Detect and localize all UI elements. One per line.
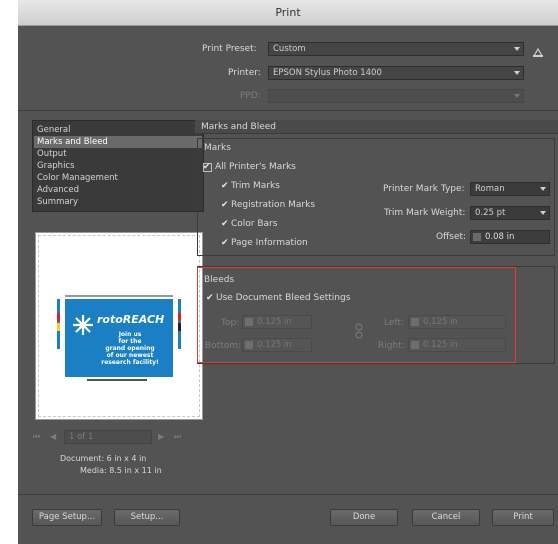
bleed-right-value: 0.125 in [423, 340, 458, 350]
bleed-top-field[interactable]: 0.125 in [242, 315, 312, 329]
stepper-icon[interactable] [473, 233, 481, 241]
window-title: Print [275, 6, 301, 19]
bleed-left-field[interactable]: 0.125 in [408, 315, 506, 329]
document-size: Document: 6 in x 4 in [60, 454, 147, 463]
offset-value: 0.08 in [485, 232, 515, 242]
print-button[interactable]: Print [492, 509, 554, 526]
bleed-top-value: 0.125 in [257, 317, 292, 327]
all-printers-marks-label: All Printer's Marks [215, 162, 296, 172]
use-document-bleed-label: Use Document Bleed Settings [216, 293, 351, 303]
preview-line: for the [118, 338, 142, 345]
bleed-bottom-field[interactable]: 0.125 in [242, 338, 312, 352]
print-dialog: Print Print Preset: Custom Printer: EPSO… [18, 0, 558, 544]
preview-line: of our newest [106, 352, 154, 359]
category-graphics[interactable]: Graphics [34, 160, 202, 172]
printer-mark-type-label: Printer Mark Type: [383, 184, 465, 194]
trim-mark-weight-select[interactable]: 0.25 pt [470, 206, 550, 220]
next-page-icon[interactable]: ▶ [158, 432, 164, 441]
category-general[interactable]: General [34, 124, 202, 136]
trim-mark-weight-label: Trim Mark Weight: [384, 208, 466, 218]
stepper-icon [245, 341, 253, 349]
category-advanced[interactable]: Advanced [34, 184, 202, 196]
ppd-label: PPD: [240, 91, 261, 101]
page-information-label: Page Information [231, 238, 308, 248]
bleed-top-label: Top: [221, 318, 240, 328]
checkmark-icon[interactable]: ✔ [221, 201, 229, 210]
ppd-select[interactable] [268, 89, 524, 103]
category-color-management[interactable]: Color Management [34, 172, 202, 184]
chevron-down-icon [514, 94, 520, 98]
bleed-left-label: Left: [384, 318, 404, 328]
chevron-down-icon [540, 211, 546, 215]
preview-logo-text: rotoREACH [97, 313, 165, 326]
offset-label: Offset: [436, 232, 467, 242]
printer-select[interactable]: EPSON Stylus Photo 1400 [268, 66, 524, 80]
last-page-icon[interactable]: ⏭ [174, 432, 181, 442]
checkmark-icon[interactable]: ✔ [221, 220, 229, 229]
chevron-down-icon [514, 71, 520, 75]
prev-page-icon[interactable]: ◀ [50, 432, 56, 441]
chevron-down-icon [514, 47, 520, 51]
category-output[interactable]: Output [34, 148, 202, 160]
link-icon[interactable] [354, 323, 364, 339]
checkmark-icon: ✔ [203, 162, 211, 172]
printer-mark-type-select[interactable]: Roman [470, 182, 550, 196]
panel-title: Marks and Bleed [195, 120, 558, 134]
preview-message: Join us for the grand opening of our new… [97, 331, 163, 366]
checkmark-icon[interactable]: ✔ [221, 239, 229, 248]
registration-marks-label: Registration Marks [231, 200, 316, 210]
offset-field[interactable]: 0.08 in [470, 230, 550, 244]
printer-label: Printer: [228, 68, 261, 78]
print-preset-label: Print Preset: [202, 44, 257, 54]
done-button[interactable]: Done [330, 509, 398, 526]
checkmark-icon[interactable]: ✔ [221, 182, 229, 191]
title-bar: Print [18, 0, 558, 26]
top-divider [18, 110, 558, 111]
printer-mark-type-value: Roman [475, 184, 505, 194]
bleed-right-field[interactable]: 0.125 in [408, 338, 506, 352]
preview-line: research facility! [101, 359, 159, 366]
first-page-icon[interactable]: ⏮ [33, 432, 40, 442]
category-summary[interactable]: Summary [34, 196, 202, 208]
printer-value: EPSON Stylus Photo 1400 [273, 68, 382, 78]
checkmark-icon[interactable]: ✔ [206, 294, 214, 303]
page-setup-button[interactable]: Page Setup... [32, 509, 102, 526]
page-number-value: 1 of 1 [69, 432, 94, 442]
stepper-icon [411, 341, 419, 349]
print-preview: rotoREACH Join us for the grand opening … [35, 232, 203, 420]
bleeds-group-label: Bleeds [204, 275, 235, 285]
chevron-down-icon [540, 187, 546, 191]
save-preset-icon[interactable] [532, 43, 544, 57]
media-size: Media: 8.5 in x 11 in [80, 466, 162, 475]
bleed-right-label: Right: [378, 341, 405, 351]
setup-button[interactable]: Setup... [114, 509, 180, 526]
marks-group-label: Marks [204, 143, 231, 153]
bleed-left-value: 0.125 in [423, 317, 458, 327]
page-number-field[interactable]: 1 of 1 [64, 430, 152, 444]
category-list: General Marks and Bleed Output Graphics … [32, 120, 204, 212]
color-bars-label: Color Bars [231, 219, 278, 229]
preview-line: grand opening [105, 345, 155, 352]
cancel-button[interactable]: Cancel [412, 509, 480, 526]
bleed-bottom-label: Bottom: [205, 341, 242, 351]
bottom-divider [18, 494, 558, 495]
trim-mark-weight-value: 0.25 pt [475, 208, 506, 218]
bleed-bottom-value: 0.125 in [257, 340, 292, 350]
print-preset-value: Custom [273, 44, 306, 54]
category-marks-and-bleed[interactable]: Marks and Bleed [34, 136, 202, 148]
preview-artwork: rotoREACH Join us for the grand opening … [57, 293, 181, 383]
preview-line: Join us [118, 331, 142, 338]
stepper-icon [411, 318, 419, 326]
trim-marks-label: Trim Marks [231, 181, 280, 191]
stepper-icon [245, 318, 253, 326]
print-preset-select[interactable]: Custom [268, 42, 524, 56]
